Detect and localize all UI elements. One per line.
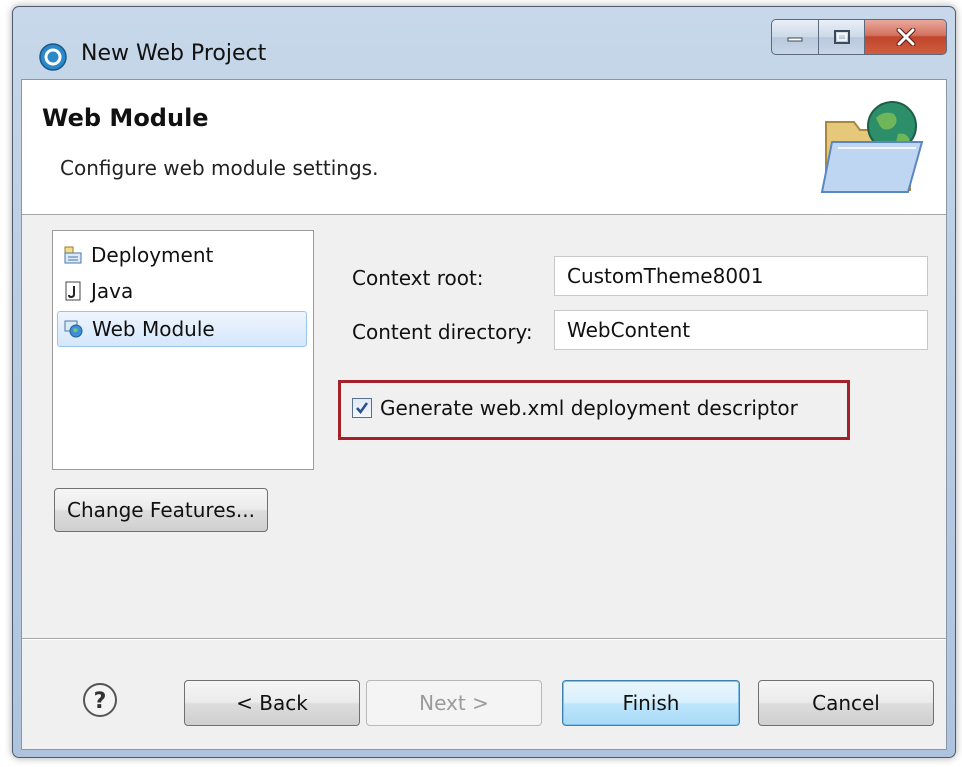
checkmark-icon	[356, 402, 369, 415]
generate-web-xml-label: Generate web.xml deployment descriptor	[380, 396, 798, 420]
deployment-icon	[64, 246, 82, 264]
maximize-icon	[833, 30, 850, 44]
next-button[interactable]: Next >	[366, 680, 542, 726]
content-directory-label: Content directory:	[352, 320, 533, 344]
tree-item-label: Java	[91, 279, 134, 303]
minimize-icon	[787, 37, 803, 42]
tree-item-web-module[interactable]: Web Module	[57, 311, 307, 347]
generate-web-xml-option[interactable]: Generate web.xml deployment descriptor	[352, 396, 798, 420]
context-root-field[interactable]: CustomTheme8001	[554, 256, 928, 296]
cancel-button[interactable]: Cancel	[758, 680, 934, 726]
new-web-project-window: New Web Project Web Module Configure web…	[12, 6, 956, 758]
back-button[interactable]: < Back	[184, 680, 360, 726]
content-directory-field[interactable]: WebContent	[554, 310, 928, 350]
dialog-content: Web Module Configure web module settings…	[21, 79, 947, 750]
close-button[interactable]	[865, 19, 947, 55]
change-features-button[interactable]: Change Features...	[54, 488, 268, 532]
eclipse-app-icon	[39, 43, 67, 71]
maximize-button[interactable]	[819, 19, 865, 55]
button-bar-separator	[22, 638, 946, 640]
tree-item-java[interactable]: Java	[63, 273, 143, 309]
wizard-header: Web Module Configure web module settings…	[22, 80, 946, 215]
tree-item-label: Web Module	[92, 317, 215, 341]
tree-item-label: Deployment	[91, 243, 214, 267]
page-title: Web Module	[42, 104, 209, 132]
window-controls	[771, 19, 947, 55]
tree-item-deployment[interactable]: Deployment	[63, 237, 223, 273]
generate-web-xml-checkbox[interactable]	[352, 398, 372, 418]
folder-globe-icon	[820, 101, 924, 193]
facet-tree[interactable]: Deployment Java Web Module	[52, 230, 314, 470]
minimize-button[interactable]	[771, 19, 819, 55]
title-bar[interactable]: New Web Project	[13, 7, 955, 79]
close-icon	[896, 28, 915, 46]
window-title: New Web Project	[81, 41, 267, 66]
help-icon[interactable]: ?	[82, 682, 118, 718]
web-module-icon	[64, 320, 83, 338]
finish-button[interactable]: Finish	[562, 680, 740, 726]
page-description: Configure web module settings.	[60, 156, 379, 180]
java-file-icon	[65, 281, 81, 301]
svg-text:?: ?	[94, 689, 107, 714]
context-root-label: Context root:	[352, 266, 484, 290]
